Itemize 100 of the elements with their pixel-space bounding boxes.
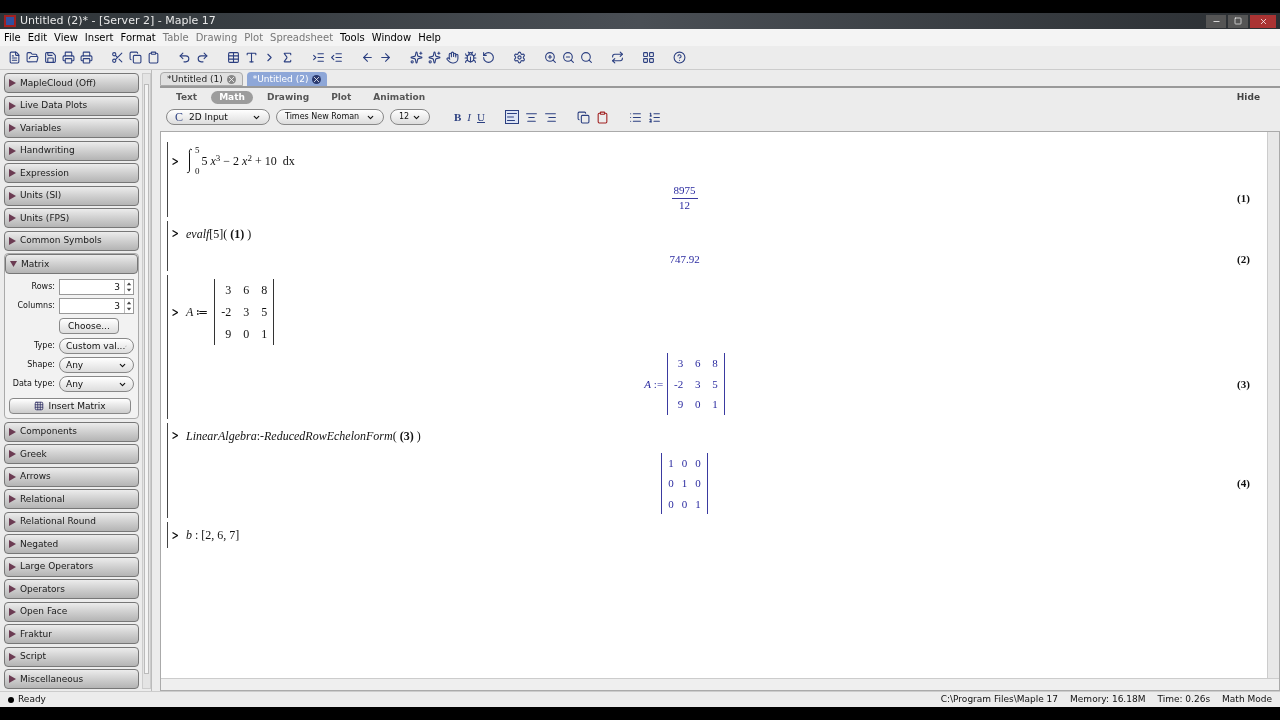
align-left-icon[interactable] (504, 110, 519, 125)
maximize-button[interactable] (1228, 14, 1248, 28)
zoom-out-icon[interactable] (562, 51, 575, 65)
dropdown[interactable]: Any (59, 357, 134, 374)
undo-icon[interactable] (178, 51, 191, 65)
palette-header[interactable]: Negated (4, 534, 139, 555)
restart-icon[interactable] (482, 51, 495, 65)
palette-header[interactable]: Open Face (4, 601, 139, 622)
italic-button[interactable]: I (467, 109, 471, 126)
menu-item[interactable]: Window (371, 30, 412, 46)
paste-icon[interactable] (147, 51, 160, 65)
close-icon[interactable] (312, 74, 322, 84)
cut-icon[interactable] (111, 51, 124, 65)
palette-header[interactable]: Handwriting (4, 140, 139, 161)
sigma-icon[interactable] (281, 51, 294, 65)
grid-icon (34, 401, 45, 412)
memory-text: Memory: 16.18M (1070, 693, 1146, 707)
menu-item[interactable]: Edit (27, 30, 48, 46)
math-input[interactable]: LinearAlgebra:-ReducedRowEchelonForm( (3) ) (186, 426, 421, 445)
palette-header[interactable]: Relational (4, 489, 139, 510)
palette-header[interactable]: Expression (4, 163, 139, 184)
palette-header[interactable]: Matrix (5, 254, 138, 275)
underline-button[interactable]: U (477, 109, 485, 126)
search-icon[interactable] (580, 51, 593, 65)
zoom-in-icon[interactable] (544, 51, 557, 65)
palette-header[interactable]: Units (SI) (4, 185, 139, 206)
help-icon[interactable] (673, 51, 686, 65)
document-tab[interactable]: *Untitled (1) (160, 72, 243, 87)
vertical-scrollbar[interactable] (1267, 132, 1279, 679)
context-tab[interactable]: Animation (365, 90, 434, 104)
menu-item[interactable]: Tools (340, 30, 365, 46)
size-dropdown[interactable]: 12 (390, 109, 430, 126)
redo-icon[interactable] (196, 51, 209, 65)
menu-item[interactable]: Format (120, 30, 156, 46)
arrow-left-icon[interactable] (361, 51, 374, 65)
menu-item[interactable]: File (4, 30, 21, 46)
palette-header[interactable]: Components (4, 421, 139, 442)
palette-header[interactable]: MapleCloud (Off) (4, 73, 139, 94)
text-icon[interactable] (245, 51, 258, 65)
palette-header[interactable]: Script (4, 646, 139, 667)
palette-header[interactable]: Large Operators (4, 556, 139, 577)
paste-format-icon[interactable] (595, 110, 609, 124)
copy-format-icon[interactable] (576, 110, 590, 124)
menu-item[interactable]: Help (418, 30, 441, 46)
spinner-arrows-icon[interactable] (124, 299, 133, 314)
numbered-list-icon[interactable] (647, 110, 661, 124)
indent-icon[interactable] (312, 51, 325, 65)
bug-icon[interactable] (464, 51, 477, 65)
table-icon[interactable] (227, 51, 240, 65)
context-tab[interactable]: Plot (323, 90, 360, 104)
scrollbar[interactable] (142, 73, 151, 690)
spin-field[interactable]: 3 (59, 279, 134, 296)
printer-icon[interactable] (62, 51, 75, 65)
dropdown[interactable]: Custom val... (59, 338, 134, 355)
spin-field[interactable]: 3 (59, 298, 134, 315)
hand-icon[interactable] (446, 51, 459, 65)
integrand[interactable]: 5 x$^{3}$ − 2 x$^{2}$ + 10 (201, 152, 277, 171)
palette-header[interactable]: Miscellaneous (4, 669, 139, 690)
palette-header[interactable]: Units (FPS) (4, 208, 139, 229)
insert-matrix-button[interactable]: Insert Matrix (9, 398, 131, 415)
palette-header[interactable]: Common Symbols (4, 230, 139, 251)
close-button[interactable] (1250, 14, 1276, 28)
swap-icon[interactable] (611, 51, 624, 65)
math-input[interactable]: evalf[5]( (1) ) (186, 224, 252, 243)
outdent-icon[interactable] (330, 51, 343, 65)
folder-icon[interactable] (26, 51, 39, 65)
expand-arrow-icon (9, 472, 16, 481)
context-tab[interactable]: Text (168, 90, 206, 104)
menu-item[interactable]: View (54, 30, 78, 46)
align-right-icon[interactable] (543, 110, 557, 124)
save-icon[interactable] (44, 51, 57, 65)
settings-icon[interactable] (513, 51, 526, 65)
layout-icon[interactable] (642, 51, 655, 65)
copy-icon[interactable] (129, 51, 142, 65)
arrow-right-icon[interactable] (379, 51, 392, 65)
prompt-icon (172, 157, 178, 165)
palette-header[interactable]: Relational Round (4, 511, 139, 532)
minimize-button[interactable] (1206, 14, 1226, 28)
palette-header[interactable]: Fraktur (4, 624, 139, 645)
choose-button[interactable]: Choose... (59, 318, 119, 335)
horizontal-scrollbar[interactable] (161, 678, 1279, 691)
hide-button[interactable]: Hide (1236, 90, 1260, 105)
menu-item[interactable]: Insert (84, 30, 114, 46)
palette-header[interactable]: Variables (4, 118, 139, 139)
spinner-arrows-icon[interactable] (124, 280, 133, 295)
palette-header[interactable]: Live Data Plots (4, 95, 139, 116)
field-label: Rows: (30, 281, 55, 294)
bold-button[interactable]: B (454, 109, 462, 126)
input-mode-dropdown[interactable]: C 2D Input (166, 109, 270, 126)
bullet-list-icon[interactable] (628, 110, 642, 124)
context-tab[interactable]: Drawing (258, 90, 318, 104)
math-input[interactable]: b : [2, 6, 7] (186, 526, 240, 545)
font-dropdown[interactable]: Times New Roman (276, 109, 384, 126)
printer-icon[interactable] (80, 51, 93, 65)
palette-header[interactable]: Greek (4, 444, 139, 465)
dropdown[interactable]: Any (59, 376, 134, 393)
new-file-icon[interactable] (8, 51, 21, 65)
palette-header[interactable]: Arrows (4, 466, 139, 487)
align-center-icon[interactable] (524, 110, 538, 124)
palette-header[interactable]: Operators (4, 579, 139, 600)
